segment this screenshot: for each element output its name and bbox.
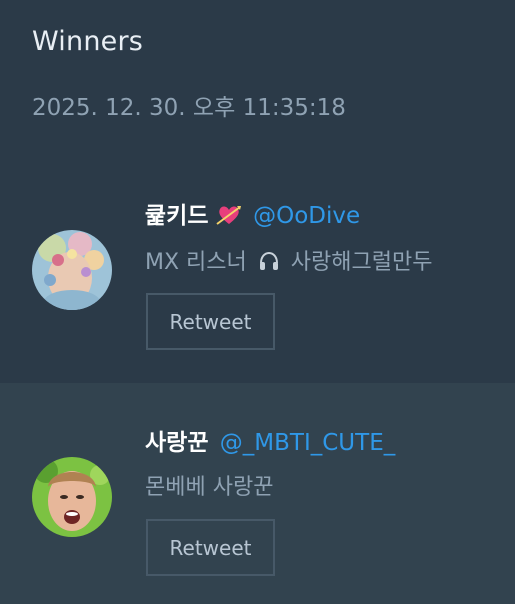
headphones-icon	[258, 250, 280, 272]
header: Winners 2025. 12. 30. 오후 11:35:18	[0, 0, 515, 160]
bio-text: 사랑해그럴만두	[290, 250, 433, 275]
display-name[interactable]: 큝키드	[145, 203, 208, 229]
avatar-image	[32, 457, 112, 537]
retweet-button[interactable]: Retweet	[146, 519, 275, 576]
user-handle[interactable]: @_MBTI_CUTE_	[220, 430, 395, 456]
heart-with-arrow-icon	[216, 204, 242, 226]
name-line: 큝키드 @OoDive	[145, 196, 360, 230]
bio-text: MX 리스너	[145, 250, 247, 275]
winner-item: 사랑꾼 @_MBTI_CUTE_ 몬베베 사랑꾼 Retweet	[0, 383, 515, 604]
display-name[interactable]: 사랑꾼	[145, 430, 208, 456]
name-line: 사랑꾼 @_MBTI_CUTE_	[145, 423, 395, 457]
user-handle[interactable]: @OoDive	[253, 203, 360, 229]
retweet-button[interactable]: Retweet	[146, 293, 275, 350]
user-bio: MX 리스너 사랑해그럴만두	[145, 244, 432, 276]
page-title: Winners	[32, 26, 144, 57]
avatar[interactable]	[32, 230, 112, 310]
user-bio: 몬베베 사랑꾼	[145, 475, 274, 500]
avatar[interactable]	[32, 457, 112, 537]
timestamp: 2025. 12. 30. 오후 11:35:18	[32, 95, 346, 121]
winner-item: 큝키드 @OoDive MX 리스너 사랑해그럴만두 Retweet	[0, 160, 515, 383]
avatar-image	[32, 230, 112, 310]
